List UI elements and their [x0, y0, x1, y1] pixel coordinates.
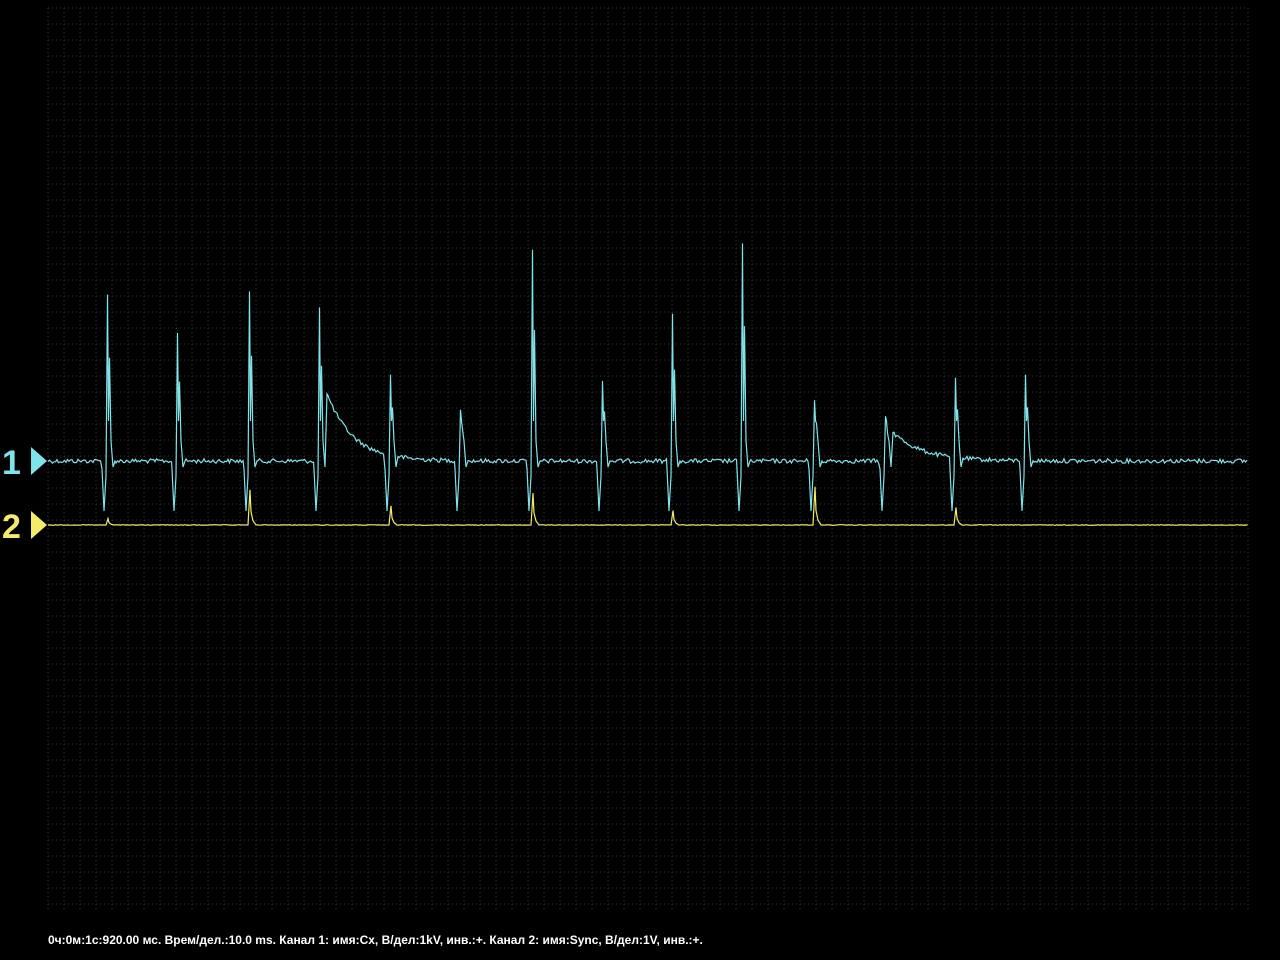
status-bar: 0ч:0м:1с:920.00 мс. Врем/дел.:10.0 ms. К…: [48, 933, 703, 947]
oscilloscope-screen: 12: [0, 0, 1280, 960]
channel-2-label: 2: [2, 508, 21, 546]
channel-1-label: 1: [2, 444, 21, 482]
